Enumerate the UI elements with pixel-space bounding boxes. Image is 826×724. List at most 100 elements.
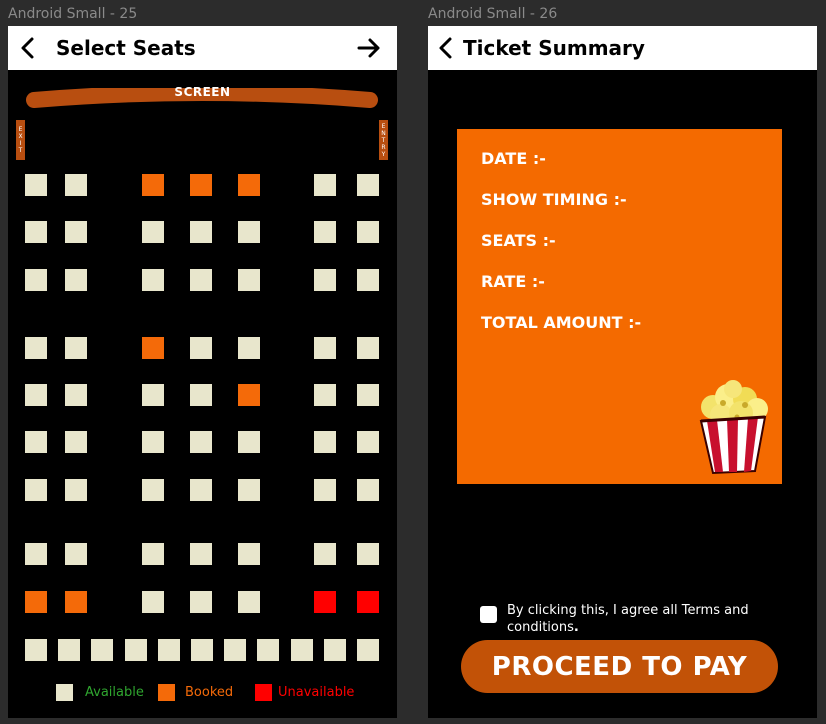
seat-available[interactable] [357,269,379,291]
back-arrow-icon[interactable] [434,36,458,60]
ticket-summary-screen: Ticket Summary DATE :- SHOW TIMING :- SE… [428,26,817,718]
seat-available[interactable] [142,384,164,406]
seat-available[interactable] [190,591,212,613]
rate-label: RATE :- [481,272,545,291]
seat-available[interactable] [314,269,336,291]
seat-available[interactable] [142,431,164,453]
seat-available[interactable] [65,431,87,453]
seat-available[interactable] [190,479,212,501]
seat-available[interactable] [25,639,47,661]
seat-available[interactable] [25,384,47,406]
back-arrow-icon[interactable] [16,36,40,60]
seat-available[interactable] [25,221,47,243]
summary-card: DATE :- SHOW TIMING :- SEATS :- RATE :- … [457,129,782,484]
seat-available[interactable] [257,639,279,661]
seat-available[interactable] [190,337,212,359]
seat-available[interactable] [25,337,47,359]
seat-available[interactable] [357,479,379,501]
seat-available[interactable] [190,269,212,291]
seat-available[interactable] [238,221,260,243]
seat-available[interactable] [65,269,87,291]
seat-available[interactable] [142,479,164,501]
legend-available-label: Available [85,685,144,700]
seat-available[interactable] [190,384,212,406]
seat-available[interactable] [238,269,260,291]
page-title: Ticket Summary [463,36,645,60]
seat-available[interactable] [314,479,336,501]
seat-available[interactable] [357,431,379,453]
seat-available[interactable] [25,269,47,291]
legend-booked-swatch [158,684,175,701]
legend-unavailable-label: Unavailable [278,685,355,700]
total-amount-label: TOTAL AMOUNT :- [481,313,642,332]
proceed-to-pay-button[interactable]: PROCEED TO PAY [461,640,778,693]
seat-available[interactable] [357,543,379,565]
terms-checkbox[interactable] [480,606,497,623]
seat-booked[interactable] [142,174,164,196]
terms-period: . [573,620,579,635]
seat-available[interactable] [65,174,87,196]
seat-available[interactable] [25,543,47,565]
date-label: DATE :- [481,149,546,168]
seat-unavailable[interactable] [314,591,336,613]
seat-available[interactable] [125,639,147,661]
seat-booked[interactable] [25,591,47,613]
seat-available[interactable] [58,639,80,661]
seat-available[interactable] [238,431,260,453]
seat-available[interactable] [25,431,47,453]
legend-unavailable-swatch [255,684,272,701]
app-bar: Select Seats [8,26,397,70]
seat-available[interactable] [357,174,379,196]
seat-booked[interactable] [190,174,212,196]
exit-door: EXIT [16,120,25,160]
seat-booked[interactable] [65,591,87,613]
seat-available[interactable] [65,384,87,406]
seat-available[interactable] [142,591,164,613]
frame-label-seat-selection: Android Small - 25 [8,6,138,22]
seat-available[interactable] [191,639,213,661]
seat-available[interactable] [314,174,336,196]
seat-available[interactable] [142,269,164,291]
page-title: Select Seats [56,36,196,60]
seat-available[interactable] [238,479,260,501]
seat-available[interactable] [238,337,260,359]
seat-booked[interactable] [142,337,164,359]
seat-available[interactable] [357,221,379,243]
seat-available[interactable] [25,479,47,501]
seat-available[interactable] [314,384,336,406]
terms-text: By clicking this, I agree all Terms and … [507,602,767,636]
seat-available[interactable] [65,543,87,565]
seat-available[interactable] [142,221,164,243]
seat-available[interactable] [357,639,379,661]
seat-available[interactable] [142,543,164,565]
seat-unavailable[interactable] [357,591,379,613]
seat-available[interactable] [357,384,379,406]
seat-available[interactable] [224,639,246,661]
seat-available[interactable] [291,639,313,661]
seat-available[interactable] [314,543,336,565]
seat-available[interactable] [190,431,212,453]
seat-booked[interactable] [238,174,260,196]
seat-available[interactable] [91,639,113,661]
seat-available[interactable] [314,221,336,243]
seat-available[interactable] [314,337,336,359]
seat-available[interactable] [190,543,212,565]
seat-available[interactable] [314,431,336,453]
legend: Available Booked Unavailable [8,684,397,704]
seat-available[interactable] [25,174,47,196]
seat-available[interactable] [238,543,260,565]
legend-booked-label: Booked [185,685,234,700]
seat-booked[interactable] [238,384,260,406]
seat-available[interactable] [65,479,87,501]
seat-available[interactable] [324,639,346,661]
seat-available[interactable] [357,337,379,359]
seats-label: SEATS :- [481,231,556,250]
seat-available[interactable] [190,221,212,243]
seat-available[interactable] [65,337,87,359]
app-bar: Ticket Summary [428,26,817,70]
seat-available[interactable] [65,221,87,243]
seat-available[interactable] [158,639,180,661]
screen-label: SCREEN [174,85,231,99]
forward-arrow-icon[interactable] [357,36,381,60]
seat-available[interactable] [238,591,260,613]
